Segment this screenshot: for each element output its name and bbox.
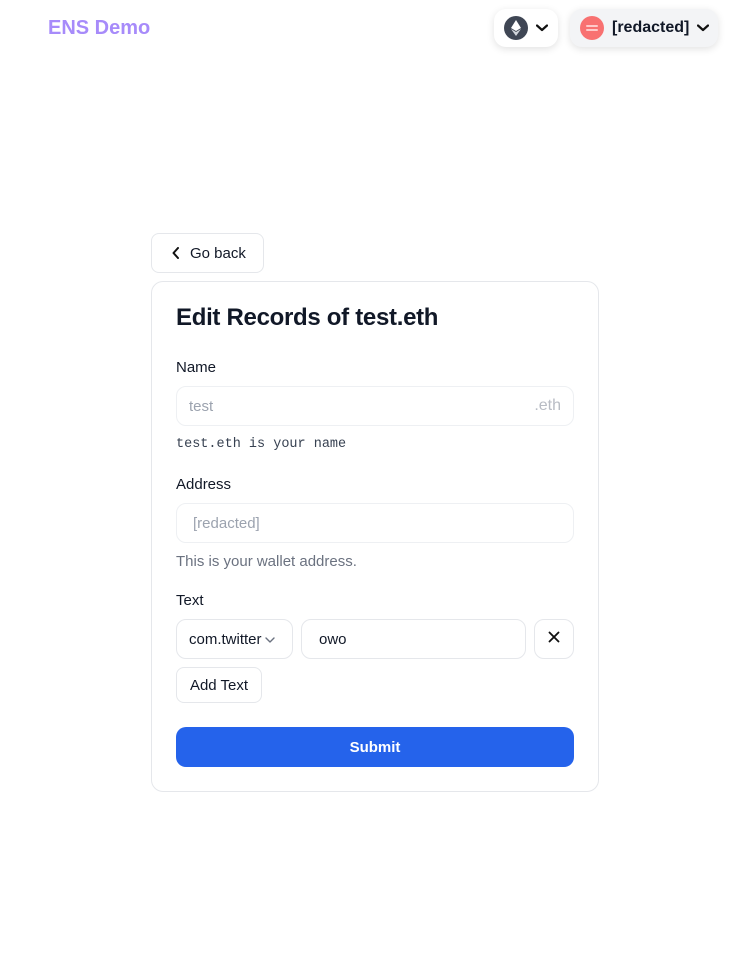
chevron-down-icon [535,19,549,37]
eth-suffix: .eth [534,397,561,414]
text-key-value: com.twitter [189,630,262,648]
name-label: Name [176,359,217,376]
edit-records-card: Edit Records of test.eth Name test .eth … [151,281,599,792]
go-back-label: Go back [190,244,246,262]
address-label: Address [176,476,232,493]
name-placeholder: test [189,397,214,415]
avatar [580,16,604,40]
chevron-down-icon [697,19,710,37]
name-hint: test.eth is your name [176,437,347,452]
name-input[interactable]: test .eth [176,386,574,426]
ethereum-icon [504,16,528,40]
account-button[interactable]: [redacted] [570,9,718,47]
brand-logo[interactable]: ENS Demo [48,17,150,40]
submit-button[interactable]: Submit [176,727,574,767]
text-value: owo [319,630,347,648]
close-icon [548,630,560,648]
network-selector-button[interactable] [494,9,558,47]
chevron-down-icon [264,631,276,648]
text-key-select[interactable]: com.twitter [176,619,293,659]
text-label: Text [176,592,204,609]
page-title: Edit Records of test.eth [176,304,439,331]
account-label: [redacted] [612,19,690,36]
address-input[interactable]: [redacted] [176,503,574,543]
add-text-button[interactable]: Add Text [176,667,262,703]
address-hint: This is your wallet address. [176,553,357,570]
text-value-input[interactable]: owo [301,619,526,659]
remove-text-button[interactable] [534,619,574,659]
chevron-left-icon [172,247,180,259]
go-back-button[interactable]: Go back [151,233,264,273]
address-placeholder: [redacted] [193,514,260,532]
